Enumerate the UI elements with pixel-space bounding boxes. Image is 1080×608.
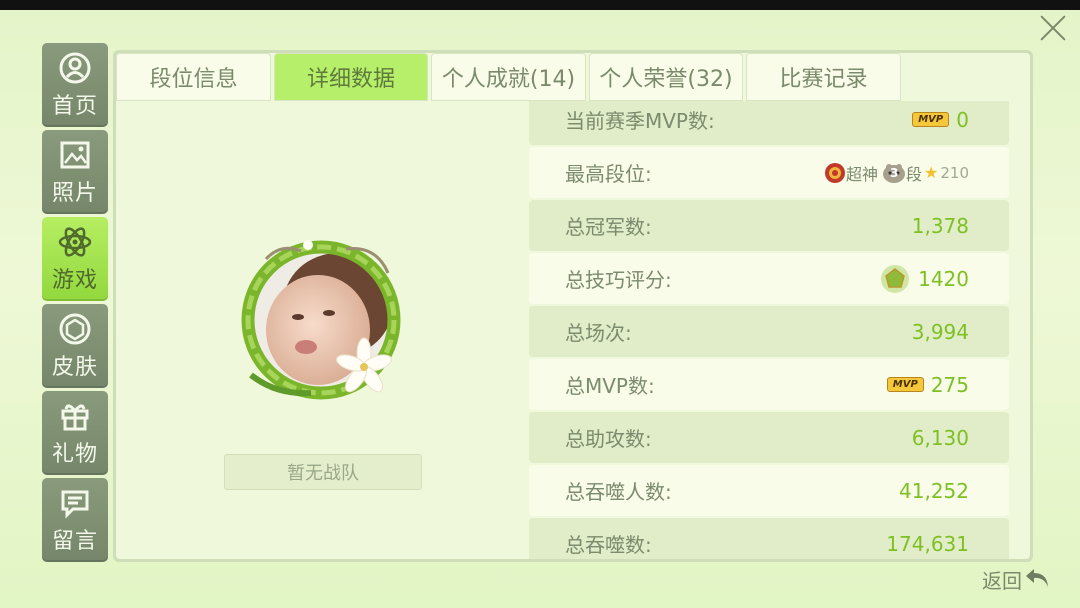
status-bar (0, 0, 1080, 10)
stat-label: 当前赛季MVP数: (565, 109, 715, 133)
nav-label-gifts: 礼物 (51, 442, 98, 467)
tab-bar: 段位信息 详细数据 个人成就(14) 个人荣誉(32) 比赛记录 (116, 53, 904, 101)
nav-item-home[interactable]: 首页 (42, 43, 108, 127)
stats-list: 当前赛季MVP数: MVP 0 最高段位: 超神 3 段 ★ 210 总冠军数:… (529, 101, 1009, 559)
stat-label: 总吞噬数: (565, 533, 652, 557)
stat-value: MVP 275 (886, 372, 969, 397)
tier-number: 3 (890, 165, 899, 180)
stat-value: MVP 0 (912, 108, 969, 132)
nav-item-messages[interactable]: 留言 (42, 478, 108, 562)
panel-content: 段位信息 详细数据 个人成就(14) 个人荣誉(32) 比赛记录 暂无战队 当前… (116, 53, 1030, 559)
mvp-badge-icon: MVP (886, 377, 924, 392)
stat-label: 最高段位: (565, 162, 652, 186)
back-button[interactable]: 返回 (982, 564, 1052, 594)
tier-suffix: 段 (906, 164, 923, 184)
side-nav: 首页 照片 游戏 皮肤 礼物 留言 (42, 43, 108, 565)
stat-row-total-eat-players: 总吞噬人数: 41,252 (529, 465, 1009, 516)
stat-number: 174,631 (886, 531, 969, 556)
stat-number: 6,130 (911, 425, 969, 450)
stat-row-total-games: 总场次: 3,994 (529, 306, 1009, 357)
profile-icon (57, 50, 93, 86)
back-label: 返回 (982, 568, 1022, 593)
gift-icon (57, 398, 93, 434)
stat-number: 275 (930, 372, 969, 397)
no-team-button[interactable]: 暂无战队 (224, 454, 422, 490)
profile-area: 暂无战队 (116, 101, 526, 559)
stat-label: 总助攻数: (565, 427, 652, 451)
message-icon (57, 485, 93, 521)
stat-label: 总场次: (565, 321, 632, 345)
nav-label-skins: 皮肤 (51, 355, 98, 380)
nav-item-photos[interactable]: 照片 (42, 130, 108, 214)
stat-label: 总技巧评分: (565, 268, 672, 292)
skin-icon (57, 311, 93, 347)
tab-rank-info[interactable]: 段位信息 (116, 53, 271, 101)
rank-name: 超神 (845, 164, 878, 184)
photo-icon (57, 137, 93, 173)
stat-row-highest-rank: 最高段位: 超神 3 段 ★ 210 (529, 147, 1009, 198)
nav-label-messages: 留言 (51, 529, 98, 554)
stat-row-season-mvp: 当前赛季MVP数: MVP 0 (529, 101, 1009, 145)
mvp-badge-icon: MVP (912, 112, 950, 127)
avatar[interactable] (226, 225, 416, 415)
main-panel: 段位信息 详细数据 个人成就(14) 个人荣誉(32) 比赛记录 暂无战队 当前… (113, 50, 1033, 562)
stat-row-total-assists: 总助攻数: 6,130 (529, 412, 1009, 463)
stat-value: 1420 (880, 264, 969, 294)
stat-row-total-eat: 总吞噬数: 174,631 (529, 518, 1009, 559)
tab-honors[interactable]: 个人荣誉(32) (589, 53, 743, 101)
tab-match-record[interactable]: 比赛记录 (746, 53, 901, 101)
stat-row-total-mvp: 总MVP数: MVP 275 (529, 359, 1009, 410)
atom-icon (57, 224, 93, 260)
star-count: 210 (940, 163, 969, 182)
stat-number: 3,994 (911, 319, 969, 344)
nav-label-game: 游戏 (51, 268, 98, 293)
skill-badge-icon (881, 264, 910, 293)
stat-row-total-champion: 总冠军数: 1,378 (529, 200, 1009, 251)
stat-number: 1,378 (911, 213, 969, 238)
stat-number: 1420 (918, 266, 969, 291)
rank-emblem-icon (824, 162, 845, 183)
nav-item-game[interactable]: 游戏 (42, 217, 108, 301)
nav-label-home: 首页 (51, 94, 98, 119)
tab-achievements[interactable]: 个人成就(14) (431, 53, 586, 101)
close-button[interactable] (1038, 12, 1068, 42)
nav-label-photos: 照片 (51, 181, 98, 206)
star-icon: ★ (924, 163, 939, 182)
stat-number: 0 (956, 107, 969, 132)
stat-number: 41,252 (899, 478, 969, 503)
tab-detailed-data[interactable]: 详细数据 (274, 53, 428, 101)
stat-label: 总吞噬人数: (565, 480, 672, 504)
stat-label: 总MVP数: (565, 374, 655, 398)
stat-row-total-skill: 总技巧评分: 1420 (529, 253, 1009, 304)
nav-item-skins[interactable]: 皮肤 (42, 304, 108, 388)
back-arrow-icon (1026, 569, 1048, 587)
stat-label: 总冠军数: (565, 215, 652, 239)
stat-value: 超神 3 段 ★ 210 (824, 161, 969, 185)
nav-item-gifts[interactable]: 礼物 (42, 391, 108, 475)
